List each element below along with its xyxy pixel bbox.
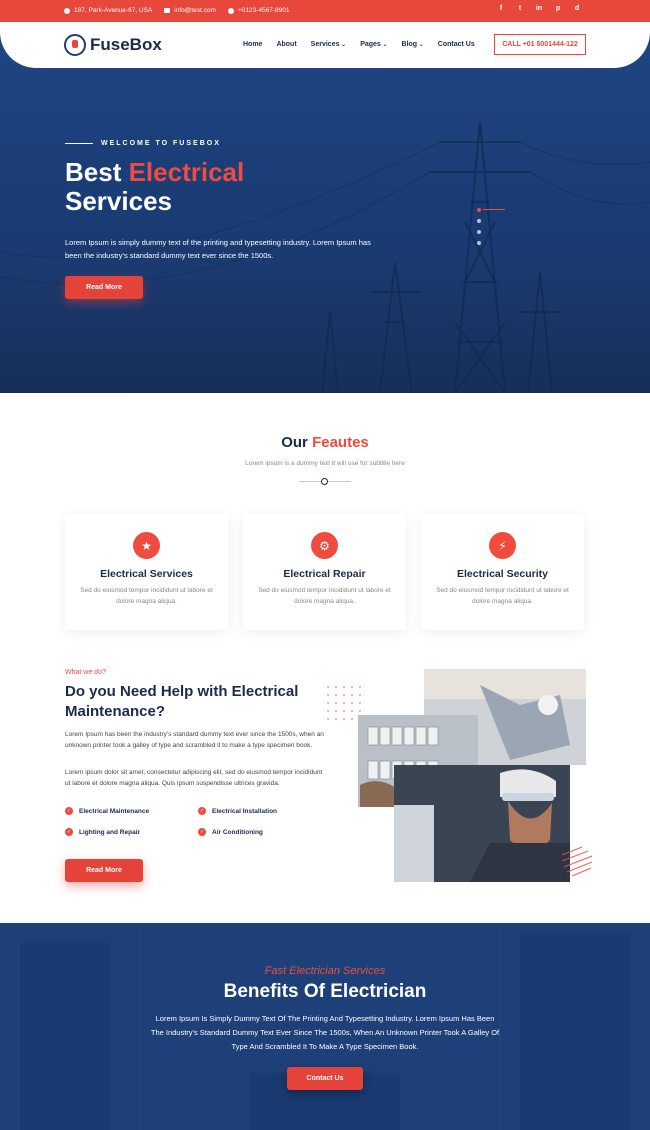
check-item: ✓ Electrical Installation <box>198 807 278 815</box>
email[interactable]: info@test.com <box>164 7 216 14</box>
instagram-icon[interactable]: in <box>534 5 544 12</box>
main-nav: Home About Services Pages Blog Contact U… <box>243 41 475 48</box>
mail-icon <box>164 8 171 13</box>
features-subtitle: Lorem ipsum is a dummy text it will use … <box>245 460 405 467</box>
benefits-subtitle: Fast Electrician Services <box>264 965 386 977</box>
nav-services[interactable]: Services <box>311 41 347 48</box>
facebook-icon[interactable]: f <box>496 5 506 12</box>
check-item: ✓ Lighting and Repair <box>65 828 141 836</box>
phone[interactable]: +0123-4567-8901 <box>227 7 289 14</box>
hero-tagline: WELCOME TO FUSEBOX <box>65 140 221 147</box>
about-photo-collage <box>320 665 600 890</box>
nav-contact[interactable]: Contact Us <box>438 41 475 48</box>
check-item: ✓ Electrical Maintenance <box>65 807 150 815</box>
nav-home[interactable]: Home <box>243 41 262 48</box>
hero-description: Lorem Ipsum is simply dummy text of the … <box>65 238 371 260</box>
check-icon: ✓ <box>65 828 73 836</box>
feature-card-services[interactable]: ★ Electrical Services Sed do eiusmod tem… <box>65 514 228 630</box>
slide-dot-1[interactable] <box>477 208 481 212</box>
check-icon: ✓ <box>198 828 206 836</box>
benefits-description: Lorem Ipsum Is Simply Dummy Text Of The … <box>150 1014 500 1051</box>
slide-dot-4[interactable] <box>477 241 481 245</box>
check-icon: ✓ <box>198 807 206 815</box>
hero-title: Best Electrical Services <box>65 157 245 216</box>
feature-card-repair[interactable]: ⚙ Electrical Repair Sed do eiusmod tempo… <box>243 514 406 630</box>
slide-dot-2[interactable] <box>477 219 481 223</box>
hero-read-more-button[interactable]: Read More <box>65 276 143 299</box>
about-title: Do you Need Help with Electrical Mainten… <box>65 683 299 720</box>
top-bar: 187, Park-Avenue-67, USA info@test.com +… <box>0 0 650 22</box>
slide-dot-3[interactable] <box>477 230 481 234</box>
benefits-section: Fast Electrician Services Benefits Of El… <box>0 923 650 1130</box>
location-icon <box>64 7 70 14</box>
header: FuseBox Home About Services Pages Blog C… <box>0 22 650 68</box>
check-item: ✓ Air Conditioning <box>198 828 263 836</box>
benefits-title: Benefits Of Electrician <box>223 981 427 1002</box>
nav-blog[interactable]: Blog <box>402 41 424 48</box>
pinterest-icon[interactable]: p <box>553 5 563 12</box>
call-button[interactable]: CALL +01 5001444-122 <box>494 34 586 55</box>
about-paragraph-2: Lorem ipsum dolor sit amet, consectetur … <box>65 769 323 787</box>
nav-about[interactable]: About <box>276 41 296 48</box>
contact-us-button[interactable]: Contact Us <box>287 1067 363 1090</box>
check-icon: ✓ <box>65 807 73 815</box>
contact-info: 187, Park-Avenue-67, USA info@test.com +… <box>64 7 289 14</box>
logo-text: FuseBox <box>90 35 162 54</box>
dribbble-icon[interactable]: d <box>572 5 582 12</box>
slider-dots <box>477 208 505 245</box>
feature-card-security[interactable]: ⚡ Electrical Security Sed do eiusmod tem… <box>421 514 584 630</box>
about-paragraph-1: Lorem Ipsum has been the industry's stan… <box>65 731 324 749</box>
lightbulb-icon: ★ <box>133 532 160 559</box>
nav-pages[interactable]: Pages <box>360 41 387 48</box>
about-kicker: What we do? <box>65 669 106 676</box>
active-dot-line <box>483 209 505 210</box>
electrician-photos <box>327 669 593 882</box>
features-title: Our Feautes <box>281 434 369 451</box>
social-links: f t in p d <box>496 5 582 12</box>
phone-icon <box>227 7 234 14</box>
plug-icon <box>64 34 86 56</box>
about-read-more-button[interactable]: Read More <box>65 859 143 882</box>
logo[interactable]: FuseBox <box>64 34 162 56</box>
section-divider <box>299 478 351 485</box>
twitter-icon[interactable]: t <box>515 5 525 12</box>
bolt-icon: ⚡ <box>489 532 516 559</box>
tag-line <box>65 142 93 145</box>
repair-icon: ⚙ <box>311 532 338 559</box>
address: 187, Park-Avenue-67, USA <box>64 7 152 14</box>
